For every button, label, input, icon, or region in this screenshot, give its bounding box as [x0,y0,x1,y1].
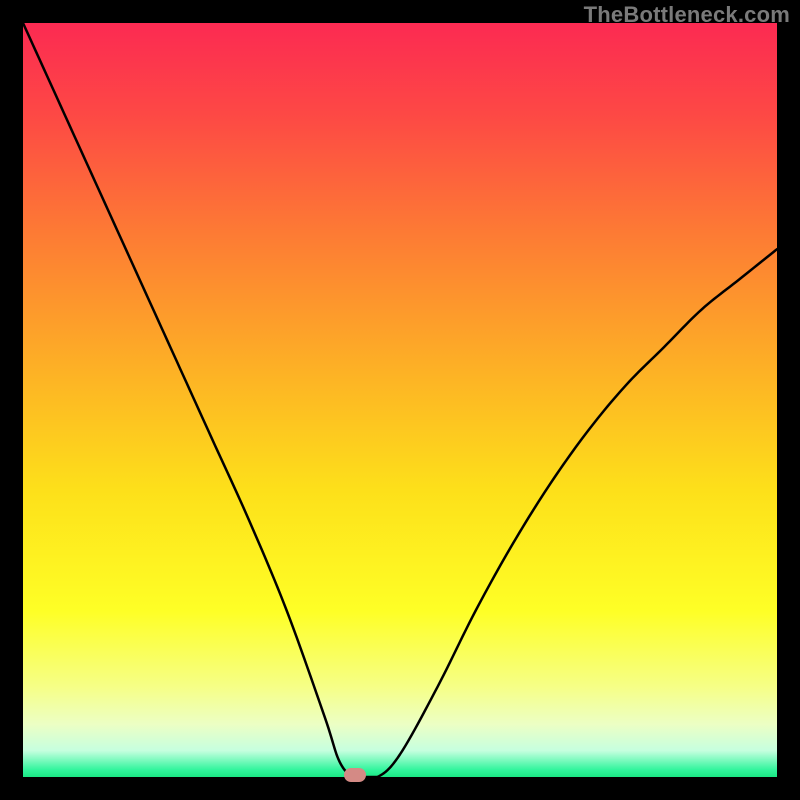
bottleneck-marker [344,768,366,782]
bottleneck-chart-svg [23,23,777,777]
plot-area [23,23,777,777]
gradient-background [23,23,777,777]
chart-frame: TheBottleneck.com [0,0,800,800]
watermark-text: TheBottleneck.com [584,2,790,28]
